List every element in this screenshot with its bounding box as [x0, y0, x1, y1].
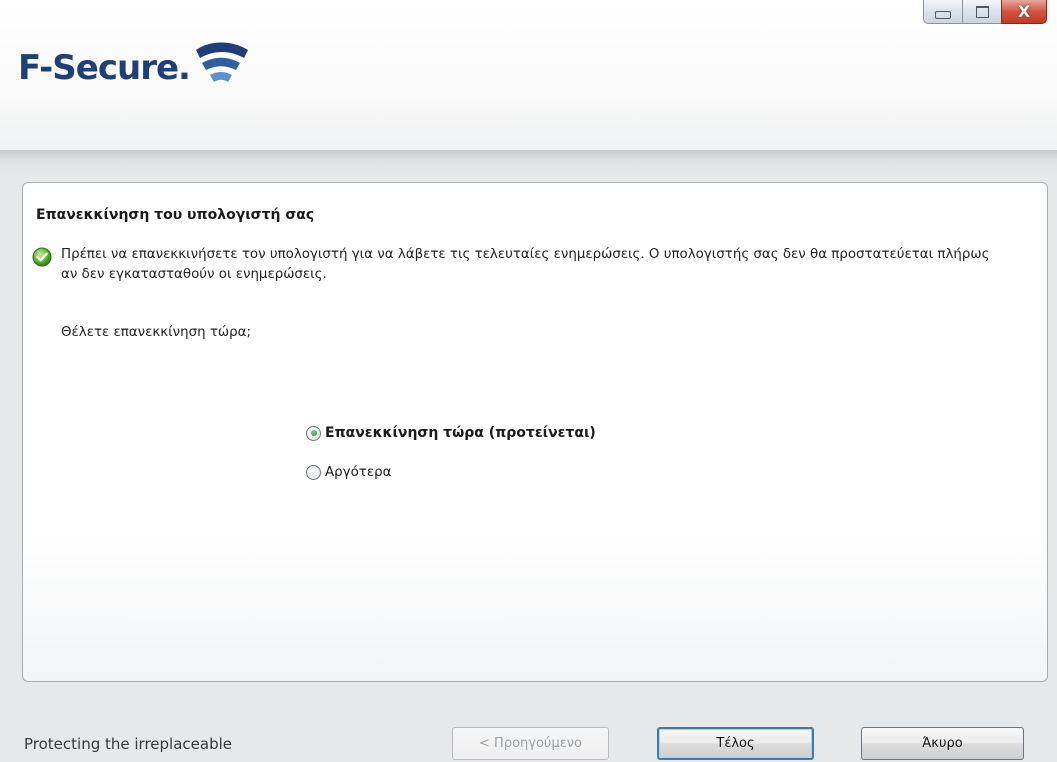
window-controls: X	[923, 0, 1047, 24]
close-button[interactable]: X	[1001, 0, 1047, 24]
tagline: Protecting the irreplaceable	[24, 735, 232, 753]
restart-message: Πρέπει να επανεκκινήσετε τον υπολογιστή …	[61, 247, 990, 282]
radio-button[interactable]	[306, 465, 321, 480]
header-bar: F-Secure. X	[0, 0, 1057, 151]
radio-restart-now-label: Επανεκκίνηση τώρα (προτείνεται)	[325, 425, 596, 441]
f-secure-shield-icon	[195, 42, 248, 82]
restart-question: Θέλετε επανεκκίνηση τώρα;	[61, 325, 251, 340]
maximize-icon	[975, 5, 989, 18]
logo-text: F-Secure.	[18, 48, 191, 88]
cancel-button[interactable]: Άκυρο	[861, 727, 1024, 760]
content-panel: Επανεκκίνηση του υπολογιστή σας Πρέπει ν…	[22, 182, 1048, 682]
minimize-button[interactable]	[923, 0, 963, 24]
page-title: Επανεκκίνηση του υπολογιστή σας	[36, 207, 315, 223]
radio-restart-now[interactable]: Επανεκκίνηση τώρα (προτείνεται)	[306, 425, 596, 441]
radio-later-label: Αργότερα	[325, 465, 392, 480]
header-separator	[0, 150, 1057, 174]
maximize-button[interactable]	[962, 0, 1002, 24]
check-circle-icon	[32, 247, 52, 267]
radio-button-selected[interactable]	[306, 425, 321, 441]
finish-button[interactable]: Τέλος	[657, 727, 814, 760]
close-icon: X	[1017, 2, 1031, 21]
minimize-icon	[935, 10, 951, 19]
radio-later[interactable]: Αργότερα	[306, 465, 391, 480]
f-secure-logo: F-Secure.	[18, 42, 250, 92]
back-button[interactable]: < Προηγούμενο	[452, 727, 609, 760]
